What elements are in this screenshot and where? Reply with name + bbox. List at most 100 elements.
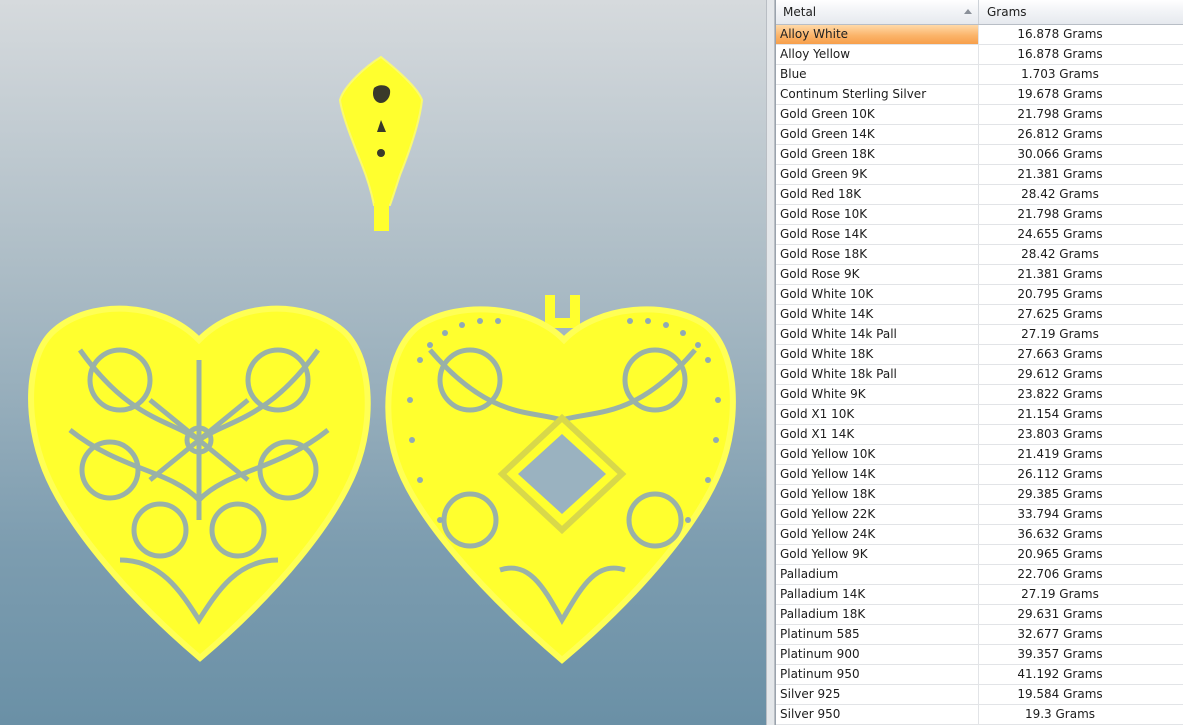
grams-cell[interactable]: 29.612 Grams — [979, 365, 1183, 384]
grams-cell[interactable]: 32.677 Grams — [979, 625, 1183, 644]
table-row[interactable]: Silver 925 19.584 Grams — [776, 685, 1183, 705]
metal-cell[interactable]: Gold Green 9K — [776, 165, 979, 184]
table-row[interactable]: Gold White 18k Pall 29.612 Grams — [776, 365, 1183, 385]
table-row[interactable]: Gold White 14K 27.625 Grams — [776, 305, 1183, 325]
metal-cell[interactable]: Gold Rose 9K — [776, 265, 979, 284]
table-row[interactable]: Gold Yellow 24K 36.632 Grams — [776, 525, 1183, 545]
metal-cell[interactable]: Gold Green 10K — [776, 105, 979, 124]
metal-cell[interactable]: Gold Rose 18K — [776, 245, 979, 264]
grams-cell[interactable]: 28.42 Grams — [979, 185, 1183, 204]
grams-cell[interactable]: 27.663 Grams — [979, 345, 1183, 364]
grams-cell[interactable]: 28.42 Grams — [979, 245, 1183, 264]
table-row[interactable]: Gold White 18K 27.663 Grams — [776, 345, 1183, 365]
metal-cell[interactable]: Alloy White — [776, 25, 979, 44]
table-row[interactable]: Gold Rose 18K 28.42 Grams — [776, 245, 1183, 265]
panel-splitter[interactable] — [766, 0, 775, 725]
table-row[interactable]: Silver 950 19.3 Grams — [776, 705, 1183, 725]
table-row[interactable]: Gold X1 14K 23.803 Grams — [776, 425, 1183, 445]
grams-cell[interactable]: 27.19 Grams — [979, 585, 1183, 604]
metal-cell[interactable]: Platinum 950 — [776, 665, 979, 684]
grams-cell[interactable]: 27.19 Grams — [979, 325, 1183, 344]
table-row[interactable]: Blue 1.703 Grams — [776, 65, 1183, 85]
grams-cell[interactable]: 29.385 Grams — [979, 485, 1183, 504]
metal-cell[interactable]: Palladium — [776, 565, 979, 584]
table-row[interactable]: Gold Green 10K 21.798 Grams — [776, 105, 1183, 125]
table-row[interactable]: Gold White 9K 23.822 Grams — [776, 385, 1183, 405]
metal-cell[interactable]: Platinum 900 — [776, 645, 979, 664]
grams-cell[interactable]: 21.154 Grams — [979, 405, 1183, 424]
metal-cell[interactable]: Gold Yellow 22K — [776, 505, 979, 524]
grams-cell[interactable]: 24.655 Grams — [979, 225, 1183, 244]
metal-cell[interactable]: Gold Rose 10K — [776, 205, 979, 224]
metal-cell[interactable]: Platinum 585 — [776, 625, 979, 644]
metal-cell[interactable]: Gold White 9K — [776, 385, 979, 404]
grams-cell[interactable]: 27.625 Grams — [979, 305, 1183, 324]
metal-cell[interactable]: Gold Yellow 24K — [776, 525, 979, 544]
table-row[interactable]: Gold Rose 10K 21.798 Grams — [776, 205, 1183, 225]
grams-cell[interactable]: 21.419 Grams — [979, 445, 1183, 464]
grams-cell[interactable]: 23.803 Grams — [979, 425, 1183, 444]
metal-cell[interactable]: Gold White 18K — [776, 345, 979, 364]
grams-cell[interactable]: 33.794 Grams — [979, 505, 1183, 524]
table-row[interactable]: Gold X1 10K 21.154 Grams — [776, 405, 1183, 425]
column-header-grams[interactable]: Grams — [979, 0, 1183, 24]
metal-cell[interactable]: Gold White 18k Pall — [776, 365, 979, 384]
table-row[interactable]: Platinum 585 32.677 Grams — [776, 625, 1183, 645]
column-header-metal[interactable]: Metal — [776, 0, 979, 24]
table-row[interactable]: Gold Green 18K 30.066 Grams — [776, 145, 1183, 165]
grams-cell[interactable]: 16.878 Grams — [979, 25, 1183, 44]
metal-cell[interactable]: Palladium 14K — [776, 585, 979, 604]
grams-cell[interactable]: 29.631 Grams — [979, 605, 1183, 624]
metal-cell[interactable]: Blue — [776, 65, 979, 84]
metal-cell[interactable]: Gold X1 14K — [776, 425, 979, 444]
metal-cell[interactable]: Gold White 10K — [776, 285, 979, 304]
metal-cell[interactable]: Gold Green 14K — [776, 125, 979, 144]
metal-cell[interactable]: Gold White 14K — [776, 305, 979, 324]
grams-cell[interactable]: 39.357 Grams — [979, 645, 1183, 664]
table-row[interactable]: Gold Yellow 10K 21.419 Grams — [776, 445, 1183, 465]
metal-cell[interactable]: Alloy Yellow — [776, 45, 979, 64]
grams-cell[interactable]: 21.381 Grams — [979, 165, 1183, 184]
grams-cell[interactable]: 16.878 Grams — [979, 45, 1183, 64]
table-row[interactable]: Gold Rose 14K 24.655 Grams — [776, 225, 1183, 245]
table-row[interactable]: Platinum 950 41.192 Grams — [776, 665, 1183, 685]
grams-cell[interactable]: 21.798 Grams — [979, 105, 1183, 124]
grams-cell[interactable]: 20.965 Grams — [979, 545, 1183, 564]
table-row[interactable]: Platinum 900 39.357 Grams — [776, 645, 1183, 665]
metal-cell[interactable]: Gold Yellow 9K — [776, 545, 979, 564]
table-row[interactable]: Palladium 18K 29.631 Grams — [776, 605, 1183, 625]
table-row[interactable]: Alloy Yellow 16.878 Grams — [776, 45, 1183, 65]
grams-cell[interactable]: 20.795 Grams — [979, 285, 1183, 304]
metal-cell[interactable]: Gold X1 10K — [776, 405, 979, 424]
metal-cell[interactable]: Gold White 14k Pall — [776, 325, 979, 344]
metal-cell[interactable]: Gold Yellow 10K — [776, 445, 979, 464]
metal-cell[interactable]: Silver 925 — [776, 685, 979, 704]
grams-cell[interactable]: 1.703 Grams — [979, 65, 1183, 84]
table-row[interactable]: Continum Sterling Silver 19.678 Grams — [776, 85, 1183, 105]
metal-cell[interactable]: Continum Sterling Silver — [776, 85, 979, 104]
table-row[interactable]: Alloy White 16.878 Grams — [776, 25, 1183, 45]
grams-cell[interactable]: 22.706 Grams — [979, 565, 1183, 584]
metal-cell[interactable]: Gold Rose 14K — [776, 225, 979, 244]
grams-cell[interactable]: 19.584 Grams — [979, 685, 1183, 704]
metal-cell[interactable]: Gold Red 18K — [776, 185, 979, 204]
table-row[interactable]: Gold Red 18K 28.42 Grams — [776, 185, 1183, 205]
grams-cell[interactable]: 26.812 Grams — [979, 125, 1183, 144]
table-row[interactable]: Palladium 14K 27.19 Grams — [776, 585, 1183, 605]
metal-cell[interactable]: Gold Green 18K — [776, 145, 979, 164]
grams-cell[interactable]: 41.192 Grams — [979, 665, 1183, 684]
grams-cell[interactable]: 26.112 Grams — [979, 465, 1183, 484]
grams-cell[interactable]: 19.3 Grams — [979, 705, 1183, 724]
table-row[interactable]: Gold White 10K 20.795 Grams — [776, 285, 1183, 305]
metal-cell[interactable]: Silver 950 — [776, 705, 979, 724]
grams-cell[interactable]: 23.822 Grams — [979, 385, 1183, 404]
grams-cell[interactable]: 21.798 Grams — [979, 205, 1183, 224]
metal-cell[interactable]: Palladium 18K — [776, 605, 979, 624]
locket-model-render[interactable] — [0, 0, 766, 725]
table-row[interactable]: Gold Yellow 18K 29.385 Grams — [776, 485, 1183, 505]
table-row[interactable]: Gold White 14k Pall 27.19 Grams — [776, 325, 1183, 345]
metal-cell[interactable]: Gold Yellow 14K — [776, 465, 979, 484]
grams-cell[interactable]: 19.678 Grams — [979, 85, 1183, 104]
grams-cell[interactable]: 21.381 Grams — [979, 265, 1183, 284]
table-row[interactable]: Gold Rose 9K 21.381 Grams — [776, 265, 1183, 285]
